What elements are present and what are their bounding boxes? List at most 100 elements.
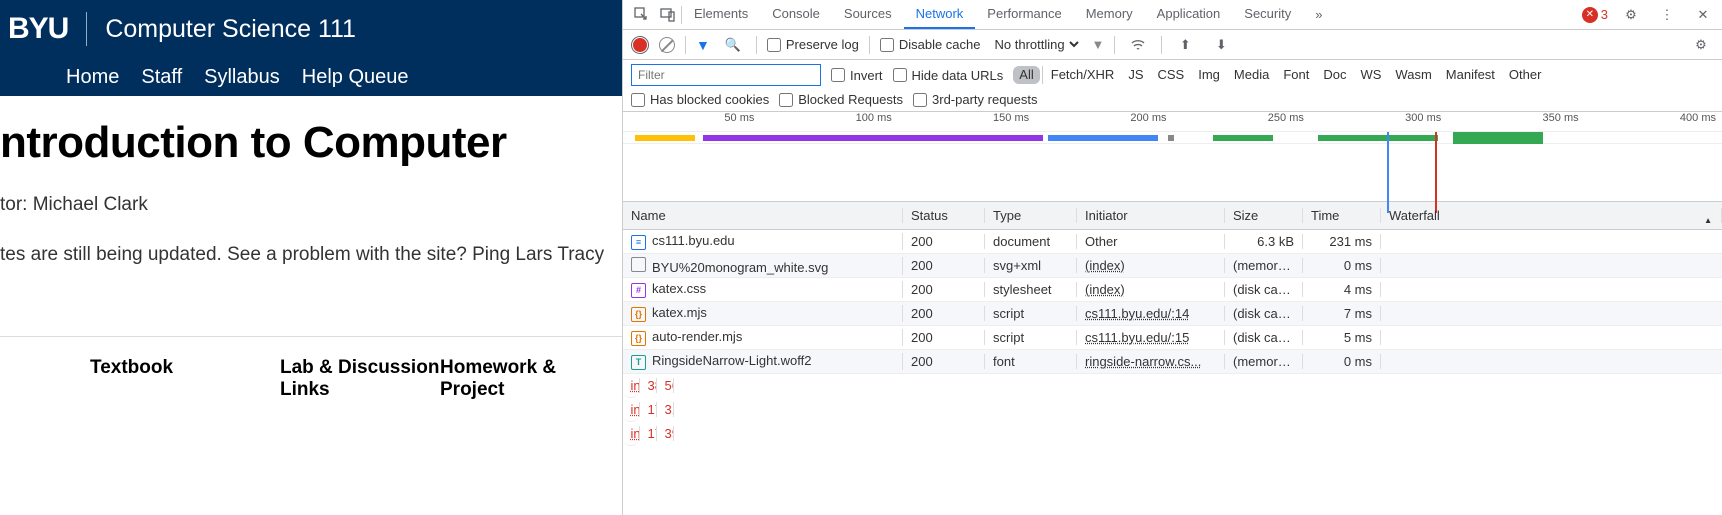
filter-type-img[interactable]: Img: [1192, 66, 1226, 84]
sort-icon: ▲: [1703, 216, 1713, 223]
tab-application[interactable]: Application: [1145, 0, 1233, 29]
col-waterfall[interactable]: Waterfall▲: [1381, 208, 1722, 223]
inspect-icon[interactable]: [633, 6, 651, 24]
record-icon[interactable]: [631, 36, 649, 54]
col-size[interactable]: Size: [1225, 208, 1303, 223]
tab-console[interactable]: Console: [760, 0, 832, 29]
course-page: BYU Computer Science 111 Home Staff Syllab…: [0, 0, 622, 515]
col-textbook: Textbook: [0, 357, 280, 401]
initiator-link[interactable]: inter.css: [631, 426, 640, 441]
initiator-link[interactable]: (index): [1085, 258, 1125, 273]
col-lab: Lab & Discussion Links: [280, 357, 440, 401]
network-row[interactable]: TInter.var.woff2?v=3.19404fontinter.css3…: [623, 374, 639, 398]
disable-cache-checkbox[interactable]: Disable cache: [880, 37, 981, 52]
more-tabs[interactable]: »: [1303, 1, 1334, 28]
initiator-link[interactable]: cs111.byu.edu/:14: [1085, 306, 1189, 321]
tab-network[interactable]: Network: [904, 0, 976, 29]
site-header: BYU Computer Science 111 Home Staff Syllab…: [0, 0, 622, 96]
filter-type-manifest[interactable]: Manifest: [1440, 66, 1501, 84]
network-row[interactable]: ≡cs111.byu.edu200documentOther6.3 kB231 …: [623, 230, 1722, 254]
update-note: tes are still being updated. See a probl…: [0, 244, 622, 266]
tab-memory[interactable]: Memory: [1074, 0, 1145, 29]
col-homework: Homework & Project: [440, 357, 580, 401]
network-row[interactable]: TRingsideNarrow-Light.woff2200fontringsi…: [623, 350, 1722, 374]
img-file-icon: [631, 257, 646, 272]
byu-logo[interactable]: BYU: [8, 12, 68, 46]
main-content: ntroduction to Computer tor: Michael Cla…: [0, 96, 622, 401]
nav-staff[interactable]: Staff: [141, 66, 182, 89]
network-row[interactable]: {}katex.mjs200scriptcs111.byu.edu/:14(di…: [623, 302, 1722, 326]
network-grid: Name Status Type Initiator Size Time Wat…: [623, 202, 1722, 515]
hide-urls-checkbox[interactable]: Hide data URLs: [893, 68, 1004, 83]
site-nav: Home Staff Syllabus Help Queue: [8, 46, 622, 89]
nav-home[interactable]: Home: [66, 66, 119, 89]
filter-type-css[interactable]: CSS: [1152, 66, 1191, 84]
filter-type-font[interactable]: Font: [1277, 66, 1315, 84]
initiator-link[interactable]: inter.css: [631, 378, 640, 393]
wifi-icon[interactable]: [1129, 36, 1147, 54]
invert-checkbox[interactable]: Invert: [831, 68, 883, 83]
settings-icon[interactable]: ⚙: [1692, 36, 1710, 54]
timeline-tick: 350 ms: [1447, 112, 1584, 131]
filter-icon[interactable]: ▼: [696, 37, 710, 53]
third-party-checkbox[interactable]: 3rd-party requests: [913, 92, 1038, 107]
timeline-tick: 150 ms: [898, 112, 1035, 131]
error-badge[interactable]: ✕3: [1582, 7, 1608, 23]
timeline-tick: 50 ms: [623, 112, 760, 131]
initiator-link[interactable]: inter.css: [631, 402, 640, 417]
timeline-tick: 300 ms: [1310, 112, 1447, 131]
throttle-select[interactable]: No throttling: [991, 36, 1082, 53]
search-icon[interactable]: 🔍: [724, 36, 742, 54]
col-type[interactable]: Type: [985, 208, 1077, 223]
upload-icon[interactable]: ⬆: [1176, 36, 1194, 54]
col-name[interactable]: Name: [623, 208, 903, 223]
network-row[interactable]: TInter-roman.var.woff2?v=3.19500fontinte…: [623, 398, 639, 422]
timeline-tick: 250 ms: [1173, 112, 1310, 131]
page-heading: ntroduction to Computer: [0, 118, 622, 168]
blocked-requests-checkbox[interactable]: Blocked Requests: [779, 92, 903, 107]
initiator-link[interactable]: (index): [1085, 282, 1125, 297]
col-initiator[interactable]: Initiator: [1077, 208, 1225, 223]
filter-type-other[interactable]: Other: [1503, 66, 1548, 84]
filter-type-ws[interactable]: WS: [1354, 66, 1387, 84]
preserve-log-checkbox[interactable]: Preserve log: [767, 37, 859, 52]
filter-input[interactable]: [631, 64, 821, 86]
kebab-icon[interactable]: ⋮: [1658, 6, 1676, 24]
course-title[interactable]: Computer Science 111: [105, 15, 356, 44]
initiator-link: Other: [1085, 234, 1118, 249]
blocked-cookies-checkbox[interactable]: Has blocked cookies: [631, 92, 769, 107]
doc-file-icon: ≡: [631, 235, 646, 250]
network-row[interactable]: {}auto-render.mjs200scriptcs111.byu.edu/…: [623, 326, 1722, 350]
js-file-icon: {}: [631, 307, 646, 322]
download-icon[interactable]: ⬇: [1212, 36, 1230, 54]
dropdown-icon[interactable]: ▼: [1092, 37, 1105, 52]
filter-type-doc[interactable]: Doc: [1317, 66, 1352, 84]
network-row[interactable]: TInter-italic.var.woff2?v=3.19500fontint…: [623, 422, 639, 446]
network-toolbar: ▼ 🔍 Preserve log Disable cache No thrott…: [623, 30, 1722, 60]
filter-type-wasm[interactable]: Wasm: [1389, 66, 1437, 84]
initiator-link[interactable]: cs111.byu.edu/:15: [1085, 330, 1189, 345]
nav-help-queue[interactable]: Help Queue: [302, 66, 409, 89]
close-icon[interactable]: ✕: [1694, 6, 1712, 24]
instructor-line: tor: Michael Clark: [0, 194, 622, 216]
resource-headers: Textbook Lab & Discussion Links Homework…: [0, 336, 622, 401]
network-row[interactable]: BYU%20monogram_white.svg200svg+xml(index…: [623, 254, 1722, 278]
filter-type-all[interactable]: All: [1013, 66, 1039, 84]
col-time[interactable]: Time: [1303, 208, 1381, 223]
tab-sources[interactable]: Sources: [832, 0, 904, 29]
filter-type-fetch-xhr[interactable]: Fetch/XHR: [1045, 66, 1121, 84]
device-icon[interactable]: [659, 6, 677, 24]
filter-type-js[interactable]: JS: [1122, 66, 1149, 84]
timeline-tick: 400 ms: [1585, 112, 1722, 131]
initiator-link[interactable]: ringside-narrow.cs...: [1085, 354, 1201, 369]
tab-security[interactable]: Security: [1232, 0, 1303, 29]
col-status[interactable]: Status: [903, 208, 985, 223]
tab-elements[interactable]: Elements: [682, 0, 760, 29]
filter-type-media[interactable]: Media: [1228, 66, 1275, 84]
nav-syllabus[interactable]: Syllabus: [204, 66, 280, 89]
network-row[interactable]: #katex.css200stylesheet(index)(disk cach…: [623, 278, 1722, 302]
gear-icon[interactable]: ⚙: [1622, 6, 1640, 24]
timeline-overview[interactable]: 50 ms100 ms150 ms200 ms250 ms300 ms350 m…: [623, 112, 1722, 202]
tab-performance[interactable]: Performance: [975, 0, 1073, 29]
clear-icon[interactable]: [659, 37, 675, 53]
